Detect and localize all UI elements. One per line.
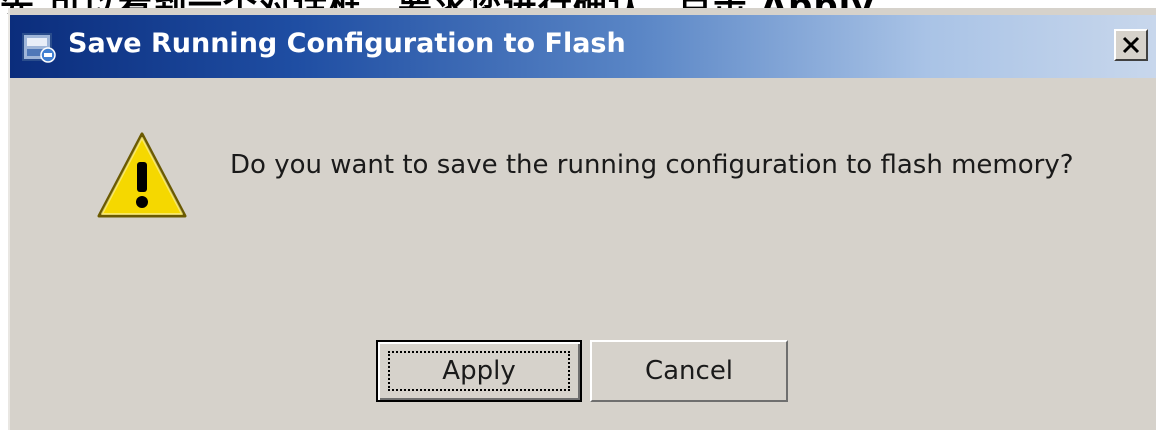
app-icon [20, 29, 56, 65]
close-button[interactable] [1114, 29, 1148, 61]
dialog-titlebar[interactable]: Save Running Configuration to Flash [10, 15, 1156, 78]
dialog-title: Save Running Configuration to Flash [68, 28, 626, 59]
warning-icon [96, 130, 188, 222]
save-config-dialog: Save Running Configuration to Flash Do y… [8, 8, 1156, 430]
cancel-label: Cancel [644, 356, 734, 386]
confirmation-message: Do you want to save the running configur… [230, 150, 1074, 180]
close-icon [1122, 36, 1140, 54]
focus-rectangle [388, 351, 570, 391]
cancel-button[interactable]: Cancel [590, 340, 788, 402]
apply-button[interactable]: Apply [376, 340, 582, 402]
